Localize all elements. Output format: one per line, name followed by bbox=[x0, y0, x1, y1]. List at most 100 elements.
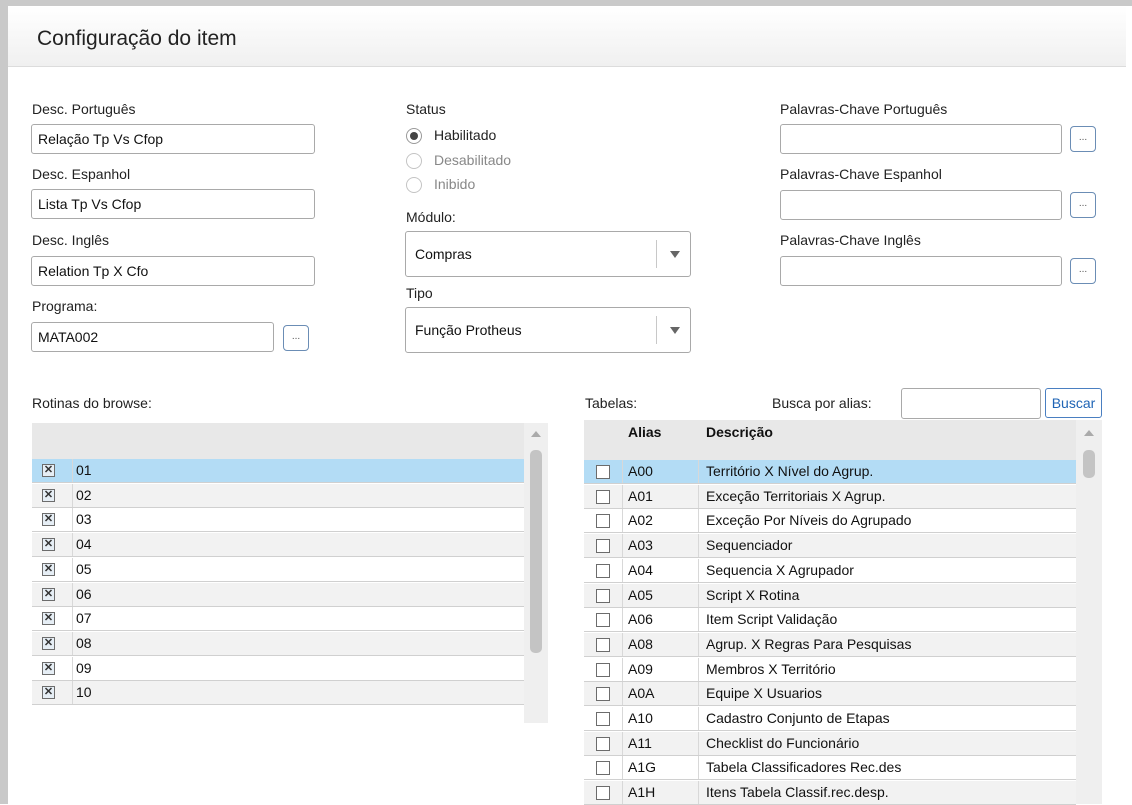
modulo-select[interactable]: Compras bbox=[405, 231, 691, 277]
checkbox-icon[interactable] bbox=[596, 514, 610, 529]
table-row[interactable]: ✕ 04 bbox=[32, 533, 524, 558]
tipo-select[interactable]: Função Protheus bbox=[405, 307, 691, 353]
table-row[interactable]: ✕ 08 bbox=[32, 631, 524, 656]
scroll-thumb[interactable] bbox=[530, 450, 542, 653]
kw-es-lookup-button[interactable]: ... bbox=[1070, 192, 1096, 218]
table-row[interactable]: ✕ 10 bbox=[32, 681, 524, 706]
checkbox-icon[interactable] bbox=[596, 662, 610, 677]
checkbox-icon[interactable] bbox=[596, 563, 610, 578]
tabelas-scrollbar[interactable] bbox=[1076, 420, 1102, 804]
table-row[interactable]: A06 Item Script Validação bbox=[584, 608, 1076, 633]
column-separator bbox=[622, 509, 623, 533]
checkbox-icon[interactable] bbox=[596, 761, 610, 776]
checkbox-icon[interactable] bbox=[596, 687, 610, 702]
rotinas-grid[interactable]: ✕ 01 ✕ 02 ✕ 03 ✕ 04 ✕ 05 ✕ 06 ✕ 07 ✕ 08 ✕ 09 ✕ 10 bbox=[32, 423, 548, 723]
kw-en-lookup-button[interactable]: ... bbox=[1070, 258, 1096, 284]
column-separator bbox=[698, 632, 699, 656]
checkbox-icon[interactable] bbox=[596, 637, 610, 652]
checkbox-icon[interactable] bbox=[596, 539, 610, 554]
checkbox-icon[interactable] bbox=[596, 465, 610, 479]
busca-alias-input[interactable] bbox=[901, 388, 1041, 419]
kw-en-field[interactable] bbox=[780, 256, 1062, 286]
checkbox-checked-icon[interactable]: ✕ bbox=[42, 488, 55, 502]
table-row[interactable]: A05 Script X Rotina bbox=[584, 583, 1076, 608]
modulo-value: Compras bbox=[415, 246, 472, 262]
table-row[interactable]: ✕ 07 bbox=[32, 607, 524, 632]
checkbox-checked-icon[interactable]: ✕ bbox=[42, 562, 55, 576]
table-row[interactable]: ✕ 05 bbox=[32, 557, 524, 582]
checkbox-checked-icon[interactable]: ✕ bbox=[42, 636, 55, 650]
programa-lookup-button[interactable]: ... bbox=[283, 325, 309, 351]
table-row[interactable]: A1H Itens Tabela Classif.rec.desp. bbox=[584, 781, 1076, 805]
tipo-label: Tipo bbox=[406, 285, 433, 301]
checkbox-checked-icon[interactable]: ✕ bbox=[42, 464, 55, 477]
column-separator bbox=[698, 460, 699, 483]
desc-pt-label: Desc. Português bbox=[32, 101, 136, 117]
programa-field[interactable]: MATA002 bbox=[31, 322, 274, 352]
table-row[interactable]: A02 Exceção Por Níveis do Agrupado bbox=[584, 509, 1076, 534]
kw-en-label: Palavras-Chave Inglês bbox=[780, 232, 921, 248]
checkbox-checked-icon[interactable]: ✕ bbox=[42, 513, 55, 527]
table-row[interactable]: A08 Agrup. X Regras Para Pesquisas bbox=[584, 632, 1076, 657]
radio-unselected-icon bbox=[406, 177, 422, 193]
column-separator bbox=[698, 484, 699, 508]
dialog-header: Configuração do item bbox=[8, 6, 1126, 67]
rotinas-label: Rotinas do browse: bbox=[32, 395, 152, 411]
column-separator bbox=[622, 534, 623, 558]
scroll-up-icon[interactable] bbox=[1084, 430, 1094, 436]
scroll-up-icon[interactable] bbox=[531, 431, 541, 437]
table-row[interactable]: ✕ 01 bbox=[32, 459, 524, 483]
column-separator bbox=[622, 484, 623, 508]
checkbox-checked-icon[interactable]: ✕ bbox=[42, 612, 55, 626]
kw-pt-field[interactable] bbox=[780, 124, 1062, 154]
row-code: 07 bbox=[76, 610, 92, 627]
column-separator bbox=[622, 608, 623, 632]
row-description: Território X Nível do Agrup. bbox=[706, 463, 874, 479]
buscar-button[interactable]: Buscar bbox=[1045, 388, 1102, 418]
checkbox-icon[interactable] bbox=[596, 613, 610, 628]
checkbox-checked-icon[interactable]: ✕ bbox=[42, 587, 55, 601]
table-row[interactable]: ✕ 02 bbox=[32, 483, 524, 508]
scroll-thumb[interactable] bbox=[1083, 450, 1095, 478]
checkbox-icon[interactable] bbox=[596, 786, 610, 801]
table-row[interactable]: A10 Cadastro Conjunto de Etapas bbox=[584, 707, 1076, 731]
programa-label: Programa: bbox=[32, 298, 98, 314]
checkbox-icon[interactable] bbox=[596, 736, 610, 751]
desc-es-field[interactable]: Lista Tp Vs Cfop bbox=[31, 189, 315, 219]
table-row[interactable]: ✕ 09 bbox=[32, 656, 524, 681]
tipo-value: Função Protheus bbox=[415, 322, 522, 338]
rotinas-scrollbar[interactable] bbox=[524, 423, 548, 723]
table-row[interactable]: A03 Sequenciador bbox=[584, 534, 1076, 559]
column-header-descricao[interactable]: Descrição bbox=[706, 424, 773, 440]
desc-pt-field[interactable]: Relação Tp Vs Cfop bbox=[31, 124, 315, 154]
table-row[interactable]: ✕ 06 bbox=[32, 582, 524, 607]
kw-pt-label: Palavras-Chave Português bbox=[780, 101, 948, 117]
kw-pt-lookup-button[interactable]: ... bbox=[1070, 126, 1096, 152]
table-row[interactable]: A00 Território X Nível do Agrup. bbox=[584, 460, 1076, 484]
column-separator bbox=[72, 656, 73, 680]
checkbox-icon[interactable] bbox=[596, 588, 610, 603]
table-row[interactable]: ✕ 03 bbox=[32, 508, 524, 533]
checkbox-checked-icon[interactable]: ✕ bbox=[42, 686, 55, 700]
row-code: 01 bbox=[76, 462, 92, 478]
table-row[interactable]: A0A Equipe X Usuarios bbox=[584, 682, 1076, 707]
kw-es-field[interactable] bbox=[780, 190, 1062, 220]
checkbox-checked-icon[interactable]: ✕ bbox=[42, 538, 55, 552]
row-description: Sequenciador bbox=[706, 537, 793, 554]
radio-selected-icon bbox=[406, 128, 422, 144]
tabelas-grid[interactable]: A00 Território X Nível do Agrup. A01 Exceçã… bbox=[584, 420, 1102, 805]
table-row[interactable]: A11 Checklist do Funcionário bbox=[584, 731, 1076, 756]
checkbox-icon[interactable] bbox=[596, 712, 610, 726]
desc-en-field[interactable]: Relation Tp X Cfo bbox=[31, 256, 315, 286]
chevron-down-icon bbox=[670, 251, 680, 258]
desc-en-label: Desc. Inglês bbox=[32, 232, 110, 248]
column-header-alias[interactable]: Alias bbox=[628, 424, 661, 440]
checkbox-icon[interactable] bbox=[596, 489, 610, 504]
table-row[interactable]: A01 Exceção Territoriais X Agrup. bbox=[584, 484, 1076, 509]
table-row[interactable]: A1G Tabela Classificadores Rec.des bbox=[584, 756, 1076, 781]
table-row[interactable]: A09 Membros X Território bbox=[584, 657, 1076, 682]
table-row[interactable]: A04 Sequencia X Agrupador bbox=[584, 558, 1076, 583]
checkbox-checked-icon[interactable]: ✕ bbox=[42, 661, 55, 675]
select-divider bbox=[656, 316, 657, 344]
row-description: Membros X Território bbox=[706, 660, 836, 677]
